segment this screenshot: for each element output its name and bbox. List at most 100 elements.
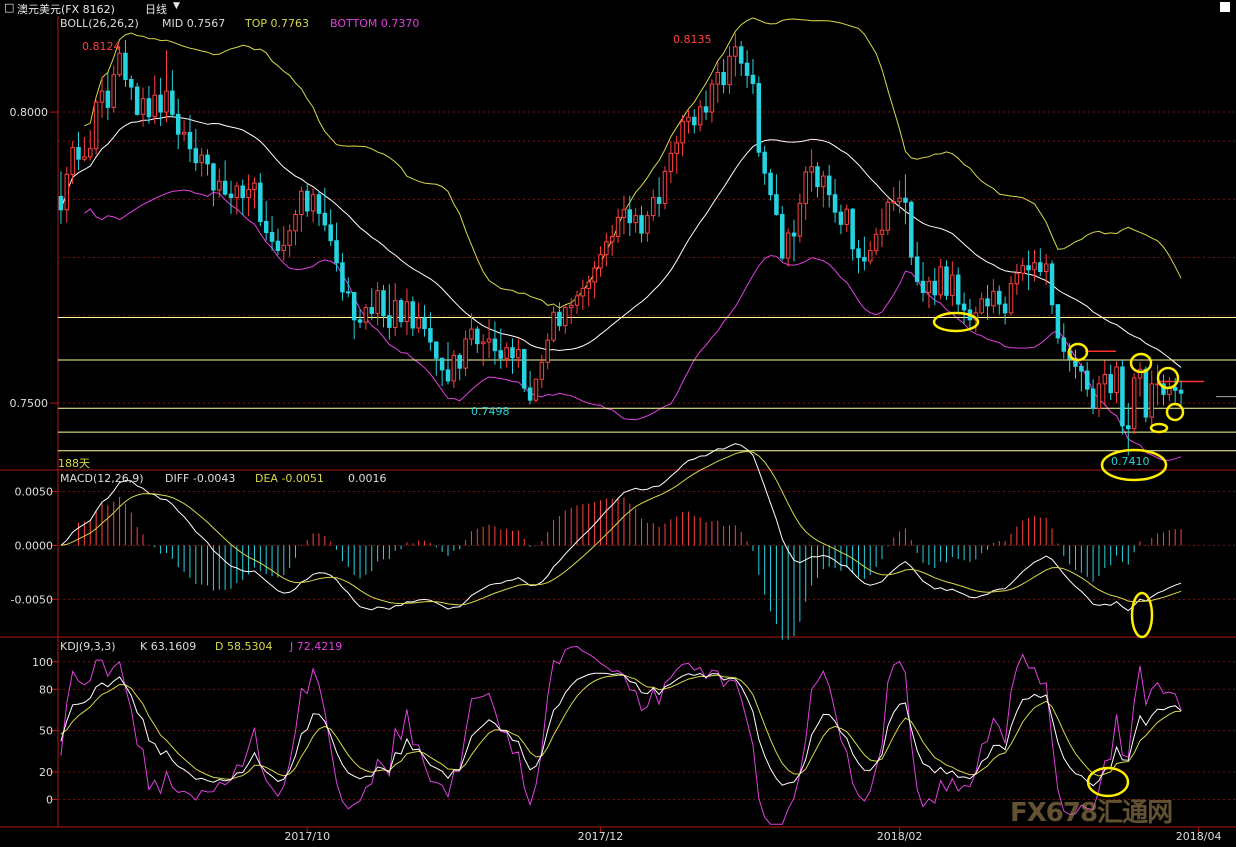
candle-body (692, 116, 697, 126)
candle-body (797, 202, 803, 237)
candle-body (867, 250, 873, 262)
candle-body (1172, 386, 1178, 391)
low-label-1: 0.7498 (471, 405, 510, 418)
price-tick-label: 0.7500 (10, 397, 49, 410)
candle-body (791, 232, 797, 237)
candle-body (803, 171, 808, 204)
candle-body (557, 311, 562, 327)
candle-body (768, 172, 773, 196)
candle-body (639, 215, 644, 234)
candle-body (451, 354, 457, 382)
candle-body (897, 197, 902, 203)
candle-body (1126, 425, 1131, 430)
candle-body (434, 341, 439, 359)
candle-body (322, 212, 328, 226)
candle-body (756, 83, 762, 153)
candle-body (727, 55, 732, 86)
candle-body (997, 290, 1002, 305)
candle-body (674, 142, 679, 154)
candle-body (838, 211, 844, 225)
candle-body (645, 215, 650, 234)
candle-body (809, 166, 814, 173)
candle-body (158, 94, 163, 113)
candle-body (293, 213, 298, 232)
candle-body (1043, 263, 1049, 273)
candle-body (1084, 370, 1090, 390)
kdj-tick-label: 80 (39, 683, 53, 696)
candle-body (926, 280, 932, 293)
candle-body (598, 254, 603, 269)
candle-body (879, 229, 885, 235)
candle-body (680, 120, 685, 144)
boll-label[interactable]: BOLL(26,26,2) (60, 17, 139, 30)
candle-body (187, 131, 193, 150)
candle-body (545, 339, 550, 363)
candle-body (445, 369, 451, 382)
candle-body (105, 90, 111, 108)
candle-body (1079, 365, 1084, 372)
high-label-2: 0.8135 (673, 33, 712, 46)
candle-body (369, 307, 375, 314)
candle-body (521, 349, 527, 389)
candle-body (64, 173, 70, 211)
candle-body (821, 175, 826, 188)
candle-body (832, 194, 838, 213)
candle-body (1002, 303, 1008, 314)
candle-body (205, 154, 210, 165)
candle-body (58, 195, 64, 211)
chart-canvas[interactable]: 0.8000 0.7500 0.0050 0.0000 -0.0050 100 80 50 20… (0, 0, 1236, 847)
candle-body (780, 213, 785, 259)
candle-body (152, 94, 158, 118)
candle-body (1096, 383, 1102, 409)
candle-body (1014, 272, 1020, 285)
candle-body (762, 151, 767, 174)
candle-body (586, 281, 592, 289)
candle-body (750, 74, 756, 85)
candle-body (258, 182, 263, 222)
candle-body (439, 357, 445, 371)
candle-body (1102, 374, 1108, 385)
candle-body (815, 166, 820, 188)
candle-body (650, 197, 656, 217)
candle-body (164, 90, 169, 113)
candle-body (334, 240, 339, 264)
candle-body (1149, 383, 1155, 418)
candle-body (328, 224, 333, 242)
candle-body (269, 232, 275, 242)
candle-body (885, 201, 891, 231)
candle-body (346, 291, 351, 294)
days-label: 188天 (58, 457, 90, 470)
candle-body (199, 154, 204, 164)
candle-body (533, 378, 539, 401)
candle-body (1055, 304, 1061, 339)
low-label-2: 0.7410 (1111, 455, 1150, 468)
candle-body (686, 116, 691, 122)
candle-body (539, 361, 545, 380)
candle-body (263, 220, 269, 234)
candle-body (363, 307, 369, 323)
candle-body (310, 194, 316, 212)
candle-body (703, 106, 709, 113)
kdj-label[interactable]: KDJ(9,3,3) (60, 640, 116, 653)
candle-body (604, 241, 609, 256)
candle-body (410, 301, 416, 329)
candle-body (1032, 262, 1037, 271)
bollinger-layer (60, 17, 1182, 461)
candle-body (668, 152, 674, 172)
candle-body (340, 262, 345, 293)
macd-label[interactable]: MACD(12,26,9) (60, 472, 144, 485)
price-tick-label: 0.8000 (10, 106, 49, 119)
candle-body (574, 295, 580, 306)
macd-tick-label: -0.0050 (11, 593, 53, 606)
candle-body (498, 350, 504, 359)
candle-body (240, 185, 245, 199)
candle-body (826, 175, 832, 196)
x-tick-label: 2018/04 (1176, 830, 1222, 843)
candle-body (398, 300, 404, 323)
candle-body (862, 257, 867, 262)
macd-dea: DEA -0.0051 (255, 472, 324, 485)
annotation-ellipse (932, 311, 980, 333)
candle-body (351, 291, 357, 321)
kdj-d-line (60, 674, 1182, 780)
candle-body (217, 180, 222, 191)
